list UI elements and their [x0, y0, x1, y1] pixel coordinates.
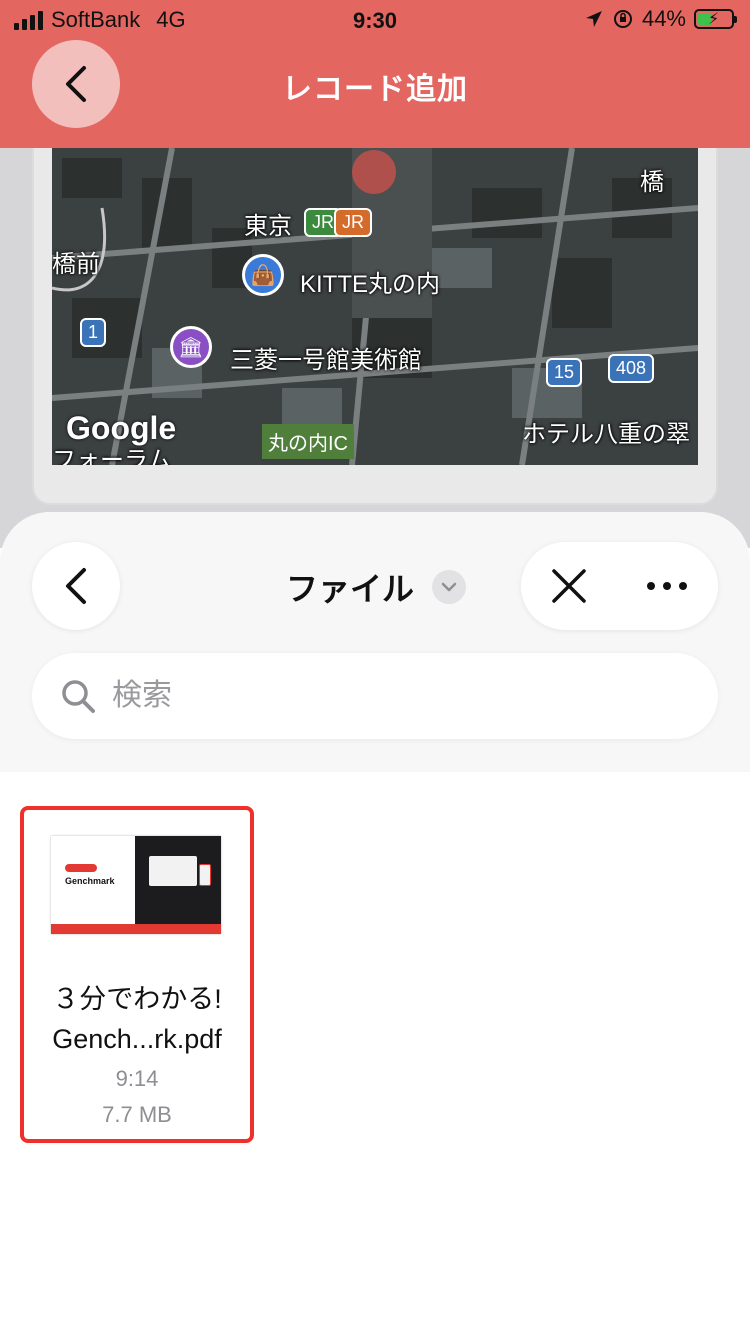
more-icon [647, 582, 688, 590]
map-label: ホテル八重の翠 [522, 421, 690, 448]
more-button[interactable] [646, 581, 688, 591]
sheet-title: ファイル [286, 571, 415, 607]
file-item[interactable]: Genchmark ３分でわかる! Gench...rk.pdf 9:14 7.… [20, 806, 254, 1143]
search-input[interactable] [112, 679, 672, 713]
map-label: 橋 [640, 169, 664, 196]
map-label: 東京 [244, 213, 292, 240]
map-label: 三菱一号館美術館 [230, 347, 422, 374]
sheet-back-button[interactable] [32, 542, 120, 630]
shopping-bag-icon[interactable]: 👜 [242, 254, 284, 296]
sheet-title-dropdown[interactable]: ファイル [286, 564, 467, 610]
file-name: ３分でわかる! [52, 984, 222, 1014]
map-label: KITTE丸の内 [300, 271, 441, 298]
app-header: SoftBank 4G 9:30 44% ⚡ レコード追加 [0, 0, 750, 148]
location-arrow-icon [585, 11, 602, 27]
map-ic-label: 丸の内IC [262, 424, 354, 459]
route-badge: 15 [546, 358, 583, 387]
file-thumbnail: Genchmark [51, 836, 221, 934]
map-label: 橋前 [52, 251, 100, 278]
close-icon [552, 569, 586, 603]
route-badge: 408 [608, 354, 655, 383]
search-icon [62, 680, 95, 713]
status-bar: SoftBank 4G 9:30 44% ⚡ [0, 0, 750, 40]
battery-percent: 44% [641, 6, 686, 31]
file-name: Gench...rk.pdf [52, 1024, 222, 1054]
battery-icon: ⚡ [694, 9, 737, 29]
search-bar[interactable] [32, 653, 718, 739]
chevron-left-icon [66, 568, 86, 604]
page-title: レコード追加 [282, 73, 468, 106]
route-badge: 1 [80, 318, 107, 347]
museum-icon[interactable]: 🏛 [170, 326, 212, 368]
rail-badge: JR [334, 208, 372, 237]
file-time: 9:14 [115, 1066, 159, 1091]
map-view[interactable]: 東京 JR JR 👜 KITTE丸の内 🏛 三菱一号館美術館 橋前 1 15 4… [52, 148, 698, 465]
close-button[interactable] [551, 568, 587, 604]
thumbnail-brand: Genchmark [65, 876, 115, 886]
orientation-lock-icon [613, 10, 632, 28]
chevron-down-icon [432, 570, 467, 604]
google-attribution: Google [66, 410, 177, 446]
sheet-actions [521, 542, 718, 630]
file-size: 7.7 MB [102, 1102, 172, 1127]
